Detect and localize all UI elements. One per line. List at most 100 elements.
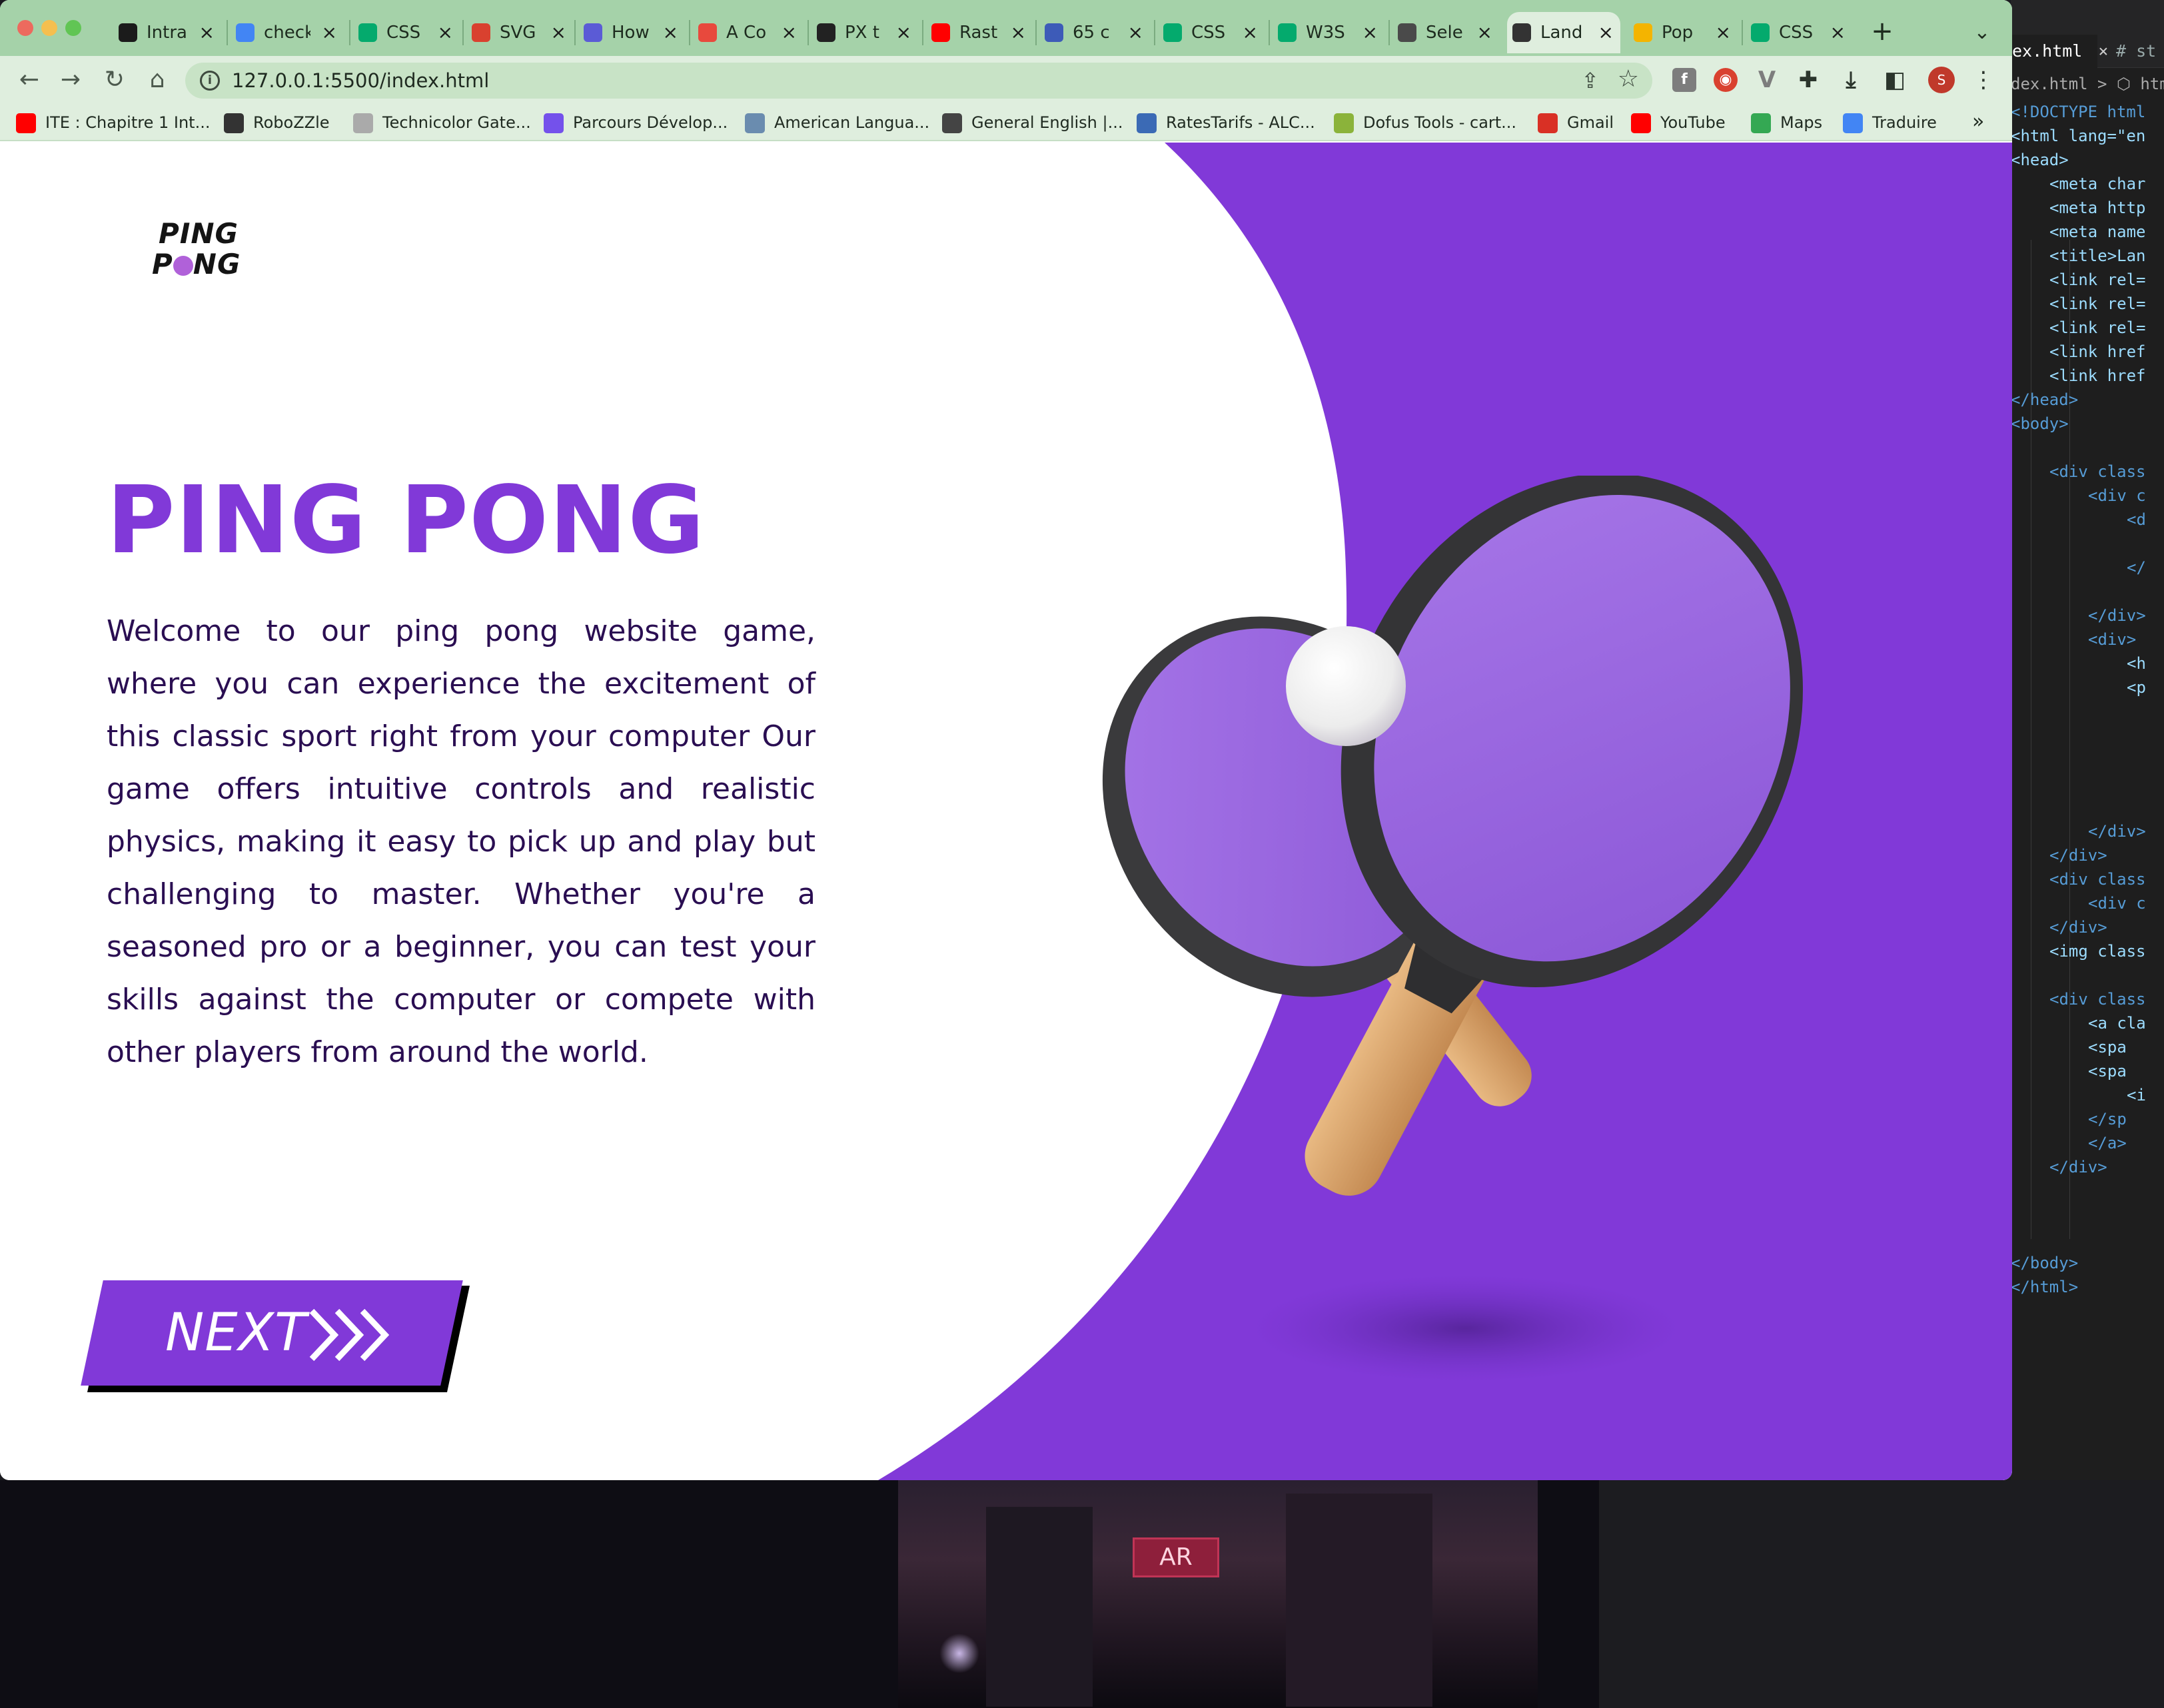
bookmark-label: American Langua... xyxy=(774,113,930,132)
window-maximize-button[interactable] xyxy=(65,20,81,36)
browser-tab[interactable]: CSS × xyxy=(1158,12,1265,53)
bookmark-item[interactable]: Gmail xyxy=(1538,104,1614,141)
maps-icon xyxy=(1751,113,1771,133)
vue-devtools-icon[interactable]: V xyxy=(1755,68,1779,92)
back-button[interactable]: ← xyxy=(15,65,44,95)
w3schools-icon xyxy=(1163,23,1182,42)
bookmark-item[interactable]: Traduire xyxy=(1843,104,1937,141)
bookmark-item[interactable]: General English |... xyxy=(942,104,1123,141)
site-info-icon[interactable]: i xyxy=(200,71,220,91)
tab-search-chevron-icon[interactable]: ⌄ xyxy=(1965,12,1999,53)
bookmark-star-icon[interactable]: ☆ xyxy=(1618,65,1639,93)
new-tab-button[interactable]: + xyxy=(1866,12,1899,53)
tab-separator xyxy=(1742,20,1743,45)
tab-strip: Intra × check × CSS × SVG × How × A Co × PX t × Rast × 6… xyxy=(0,0,2012,56)
close-icon[interactable]: × xyxy=(663,12,678,53)
reload-button[interactable]: ↻ xyxy=(100,65,129,95)
code-line: </sp xyxy=(2088,1110,2127,1128)
browser-tab[interactable]: Rast × xyxy=(926,12,1033,53)
site-logo[interactable]: PING P NG xyxy=(152,218,272,285)
close-icon[interactable]: × xyxy=(1362,12,1378,53)
code-line: <spa xyxy=(2088,1038,2127,1057)
browser-tab[interactable]: 65 c × xyxy=(1039,12,1150,53)
browser-tab[interactable]: Intra × xyxy=(113,12,221,53)
browser-tab[interactable]: W3S × xyxy=(1273,12,1384,53)
window-close-button[interactable] xyxy=(17,20,33,36)
bookmark-item[interactable]: American Langua... xyxy=(745,104,929,141)
bookmark-item[interactable]: RatesTarifs - ALC... xyxy=(1137,104,1315,141)
code-line: <body> xyxy=(2011,414,2069,433)
close-icon[interactable]: × xyxy=(1477,12,1492,53)
code-line: </div> xyxy=(2049,918,2107,937)
robozzle-icon xyxy=(224,113,244,133)
close-icon[interactable]: × xyxy=(438,12,453,53)
close-icon[interactable]: × xyxy=(782,12,797,53)
code-line: <div c xyxy=(2088,486,2146,505)
google-icon xyxy=(236,23,255,42)
tab-separator xyxy=(1154,20,1155,45)
bookmark-item[interactable]: Parcours Dévelop... xyxy=(544,104,728,141)
close-icon[interactable]: × xyxy=(1830,12,1846,53)
facebook-extension-icon[interactable]: f xyxy=(1672,68,1696,92)
browser-tab[interactable]: SVG × xyxy=(466,12,573,53)
browser-tab[interactable]: How × xyxy=(578,12,685,53)
side-panel-icon[interactable]: ◧ xyxy=(1883,68,1907,92)
puzzle-extensions-icon[interactable]: ✚ xyxy=(1796,68,1820,92)
menu-kebab-icon[interactable]: ⋮ xyxy=(1972,65,1995,95)
window-minimize-button[interactable] xyxy=(41,20,57,36)
close-icon[interactable]: × xyxy=(1243,12,1258,53)
code-line: <meta name xyxy=(2049,222,2146,241)
browser-tab[interactable]: CSS × xyxy=(353,12,460,53)
close-icon[interactable]: × xyxy=(322,12,337,53)
forward-button[interactable]: → xyxy=(56,65,85,95)
browser-tab[interactable]: Pop × xyxy=(1628,12,1738,53)
code-line: <a cla xyxy=(2088,1014,2146,1033)
bookmark-item[interactable]: Dofus Tools - cart... xyxy=(1334,104,1516,141)
close-icon[interactable]: × xyxy=(1598,12,1614,53)
browser-tab-title: check xyxy=(264,23,310,43)
bookmark-item[interactable]: YouTube xyxy=(1631,104,1726,141)
bookmark-label: Parcours Dévelop... xyxy=(573,113,728,132)
close-icon[interactable]: × xyxy=(199,12,215,53)
logo-letter: P xyxy=(152,248,173,280)
close-icon[interactable]: × xyxy=(551,12,566,53)
home-button[interactable]: ⌂ xyxy=(143,65,172,95)
browser-tab[interactable]: Land × xyxy=(1507,12,1620,53)
profile-avatar[interactable]: S xyxy=(1928,67,1955,93)
close-icon[interactable]: × xyxy=(1011,12,1026,53)
code-line: <div class xyxy=(2049,990,2146,1009)
close-icon[interactable]: × xyxy=(1128,12,1143,53)
browser-tab[interactable]: Sele × xyxy=(1392,12,1499,53)
bookmarks-overflow-chevron-icon[interactable]: » xyxy=(1972,104,1984,141)
editor-tab-stylesheet[interactable]: # st xyxy=(2116,35,2156,68)
bookmark-item[interactable]: ITE : Chapitre 1 Int... xyxy=(16,104,210,141)
bookmark-item[interactable]: Technicolor Gate... xyxy=(353,104,531,141)
terminal-icon xyxy=(584,23,602,42)
share-icon[interactable]: ⇪ xyxy=(1581,68,1599,93)
close-icon[interactable]: × xyxy=(1716,12,1731,53)
editor-code-area[interactable]: <!DOCTYPE html <html lang="en <head> <meta … xyxy=(2011,100,2164,1299)
gmail-icon xyxy=(1538,113,1558,133)
editor-breadcrumb[interactable]: dex.html > ⬡ html xyxy=(2011,75,2164,93)
editor-tab-index-html[interactable]: ex.html × xyxy=(2011,35,2108,68)
browser-tab[interactable]: CSS × xyxy=(1746,12,1852,53)
next-button[interactable]: NEXT xyxy=(81,1280,470,1392)
adblock-extension-icon[interactable]: ◉ xyxy=(1714,68,1738,92)
close-icon[interactable]: × xyxy=(896,12,911,53)
close-icon[interactable]: × xyxy=(2098,41,2108,61)
bookmark-item[interactable]: Maps xyxy=(1751,104,1822,141)
browser-tab[interactable]: check × xyxy=(231,12,344,53)
download-icon[interactable]: ⤓ xyxy=(1839,68,1863,92)
browser-tab-title: CSS xyxy=(1779,23,1814,43)
bookmark-label: Dofus Tools - cart... xyxy=(1363,113,1517,132)
browser-tab[interactable]: A Co × xyxy=(693,12,804,53)
bookmark-item[interactable]: RoboZZle xyxy=(224,104,330,141)
address-bar[interactable]: i 127.0.0.1:5500/index.html ⇪ ☆ xyxy=(185,63,1652,99)
url-text[interactable]: 127.0.0.1:5500/index.html xyxy=(232,63,489,99)
code-line: </body> xyxy=(2011,1254,2079,1272)
browser-tab[interactable]: PX t × xyxy=(812,12,918,53)
bookmark-label: RatesTarifs - ALC... xyxy=(1166,113,1315,132)
